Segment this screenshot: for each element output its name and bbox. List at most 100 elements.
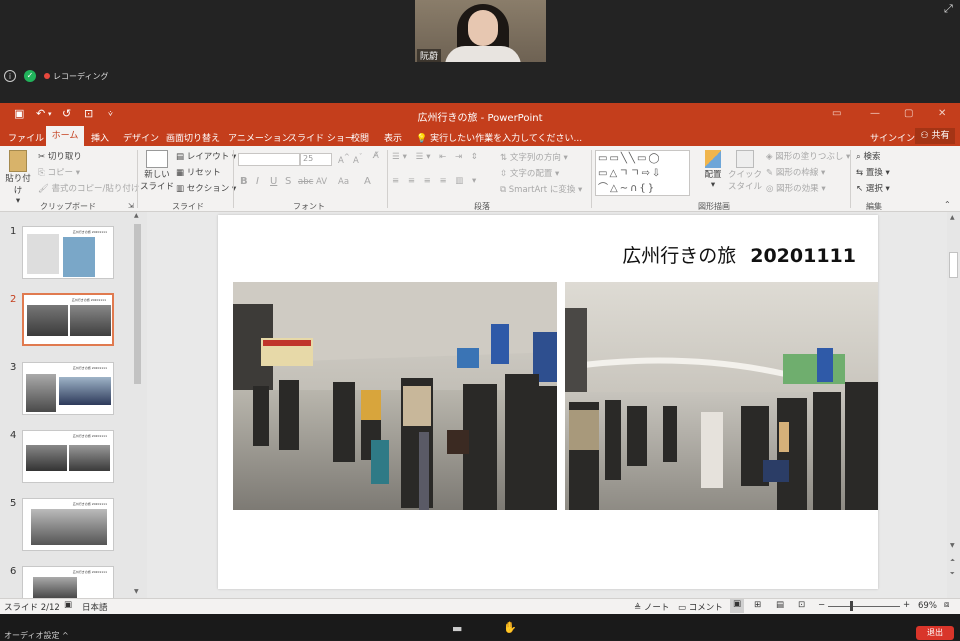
tab-slideshow[interactable]: スライド ショー: [288, 131, 354, 144]
slide-thumbnail-1[interactable]: 広州行きの旅 20201111: [22, 226, 114, 279]
text-direction-button[interactable]: ⇅ 文字列の方向 ▾: [500, 151, 568, 163]
slide-thumbnail-2[interactable]: 広州行きの旅 20201111: [22, 293, 114, 346]
clear-format-icon[interactable]: A̸: [373, 151, 379, 161]
info-icon[interactable]: i: [4, 70, 16, 82]
thumbnail-scrollbar[interactable]: ▲ ▼: [132, 212, 143, 598]
minimize-icon[interactable]: —: [870, 108, 880, 119]
collapse-ribbon-icon[interactable]: ⌃: [944, 200, 951, 209]
scroll-thumb[interactable]: [134, 224, 141, 384]
strike-button[interactable]: abc: [298, 177, 313, 187]
layout-button[interactable]: ▤ レイアウト ▾: [176, 150, 236, 162]
cut-button[interactable]: ✂ 切り取り: [38, 150, 82, 162]
fit-slide-icon[interactable]: ⧈: [944, 600, 949, 610]
previous-slide-icon[interactable]: ⏶: [950, 557, 955, 565]
slide-title[interactable]: 広州行きの旅 20201111: [622, 241, 856, 268]
italic-button[interactable]: I: [256, 176, 259, 187]
spellcheck-icon[interactable]: ▣: [64, 600, 72, 610]
leave-button[interactable]: 退出: [916, 626, 954, 640]
scroll-up-icon[interactable]: ▲: [950, 214, 955, 221]
zoom-level[interactable]: 69%: [918, 601, 937, 611]
slideshow-icon[interactable]: ⊡: [798, 600, 805, 610]
fullscreen-icon[interactable]: ⤢: [944, 2, 953, 16]
participant-video[interactable]: 阮蔚: [415, 0, 546, 62]
arrange-button[interactable]: 配置 ▾: [702, 150, 724, 190]
change-case-button[interactable]: Aa: [338, 177, 349, 187]
zoom-out-button[interactable]: −: [818, 600, 825, 610]
font-size-input[interactable]: 25: [300, 153, 332, 166]
ribbon-options-icon[interactable]: ▭: [832, 108, 841, 119]
zoom-in-button[interactable]: +: [903, 600, 910, 610]
underline-button[interactable]: U: [270, 176, 277, 187]
new-slide-button[interactable]: 新しい スライド: [140, 150, 174, 192]
chat-icon[interactable]: ▬: [452, 622, 462, 635]
reset-button[interactable]: ▦ リセット: [176, 166, 221, 178]
shape-outline-button[interactable]: ✎ 図形の枠線 ▾: [766, 166, 825, 178]
current-slide[interactable]: 広州行きの旅 20201111: [218, 215, 878, 589]
tab-file[interactable]: ファイル: [8, 131, 44, 144]
comments-button[interactable]: ▭ コメント: [678, 601, 723, 613]
slide-thumbnail-4[interactable]: 広州行きの旅 20201111: [22, 430, 114, 483]
slide-thumbnail-3[interactable]: 広州行きの旅 20201111: [22, 362, 114, 415]
language[interactable]: 日本語: [82, 601, 108, 613]
bold-button[interactable]: B: [240, 176, 248, 187]
next-slide-icon[interactable]: ⏷: [950, 570, 955, 578]
shrink-font-button[interactable]: Aˇ: [353, 152, 362, 166]
slide-scrollbar[interactable]: ▲ ▼ ⏶ ⏷: [947, 212, 960, 598]
tab-review[interactable]: 校閲: [351, 131, 369, 144]
align-text-button[interactable]: ⇳ 文字の配置 ▾: [500, 167, 559, 179]
close-icon[interactable]: ✕: [938, 108, 946, 119]
section-button[interactable]: ▥ セクション ▾: [176, 182, 236, 194]
notes-button[interactable]: ≜ ノート: [634, 601, 669, 613]
shape-effects-button[interactable]: ◎ 図形の効果 ▾: [766, 182, 826, 194]
find-button[interactable]: ⌕ 検索: [856, 150, 880, 162]
tab-design[interactable]: デザイン: [123, 131, 159, 144]
font-color-button[interactable]: A: [364, 176, 371, 187]
audio-settings-button[interactable]: オーディオ設定 ^: [4, 630, 69, 641]
font-name-input[interactable]: [238, 153, 300, 166]
lightbulb-icon: 💡: [416, 134, 428, 144]
reading-view-icon[interactable]: ▤: [776, 600, 784, 610]
tab-animations[interactable]: アニメーション: [228, 131, 291, 144]
replace-button[interactable]: ⇆ 置換 ▾: [856, 166, 890, 178]
smartart-button[interactable]: ⧉ SmartArt に変換 ▾: [500, 183, 582, 195]
spacing-button[interactable]: AV: [316, 177, 327, 187]
zoom-slider[interactable]: [828, 606, 900, 607]
airport-photo-2[interactable]: [565, 282, 878, 510]
normal-view-icon[interactable]: ▣: [730, 599, 744, 613]
paste-button[interactable]: 貼り付け ▾: [4, 150, 32, 206]
tab-transitions[interactable]: 画面切り替え: [166, 131, 220, 144]
maximize-icon[interactable]: ▢: [904, 108, 913, 119]
slide-sorter-icon[interactable]: ⊞: [754, 600, 761, 610]
shape-fill-button[interactable]: ◈ 図形の塗りつぶし ▾: [766, 150, 850, 162]
shield-icon[interactable]: ✓: [24, 70, 36, 82]
tab-view[interactable]: 表示: [384, 131, 402, 144]
clipboard-launcher-icon[interactable]: ⇲: [128, 202, 134, 210]
shadow-button[interactable]: S: [285, 176, 291, 187]
tab-home[interactable]: ホーム: [46, 126, 84, 146]
slide-number: 6: [10, 566, 17, 577]
recording-indicator[interactable]: レコーディング: [44, 71, 108, 82]
thumb-image: [27, 234, 59, 274]
zoom-slider-thumb[interactable]: [850, 601, 853, 611]
tab-insert[interactable]: 挿入: [91, 131, 109, 144]
quick-styles-button[interactable]: クイック スタイル: [728, 150, 762, 192]
scroll-down-icon[interactable]: ▼: [134, 588, 139, 595]
align-buttons[interactable]: ≡ ≡ ≡ ≡ ▥ ▾: [392, 176, 479, 186]
share-button[interactable]: ⚇ 共有: [915, 128, 955, 144]
scroll-up-icon[interactable]: ▲: [134, 212, 139, 219]
shapes-gallery[interactable]: ▭▭╲╲▭◯ ▭△ㄱㄱ⇨⇩ ⌒△∼∩{}: [595, 150, 690, 196]
slide-thumbnail-5[interactable]: 広州行きの旅 20201111: [22, 498, 114, 551]
scroll-thumb[interactable]: [949, 252, 958, 278]
thumb-image: [26, 374, 56, 412]
scroll-down-icon[interactable]: ▼: [950, 542, 955, 549]
select-button[interactable]: ↖ 選択 ▾: [856, 182, 890, 194]
slide-thumbnail-6[interactable]: 広州行きの旅 20201111: [22, 566, 114, 599]
tell-me-search[interactable]: 💡 実行したい作業を入力してください...: [416, 131, 582, 144]
copy-button[interactable]: ⎘ コピー ▾: [38, 166, 80, 178]
grow-font-button[interactable]: A^: [338, 152, 350, 166]
raise-hand-icon[interactable]: ✋: [503, 621, 517, 634]
signin-link[interactable]: サインイン: [870, 131, 915, 144]
format-painter-button[interactable]: 🖌 書式のコピー/貼り付け: [38, 182, 139, 194]
list-buttons[interactable]: ☰▾ ☰▾ ⇤ ⇥ ⇕: [392, 152, 481, 162]
airport-photo-1[interactable]: [233, 282, 557, 510]
